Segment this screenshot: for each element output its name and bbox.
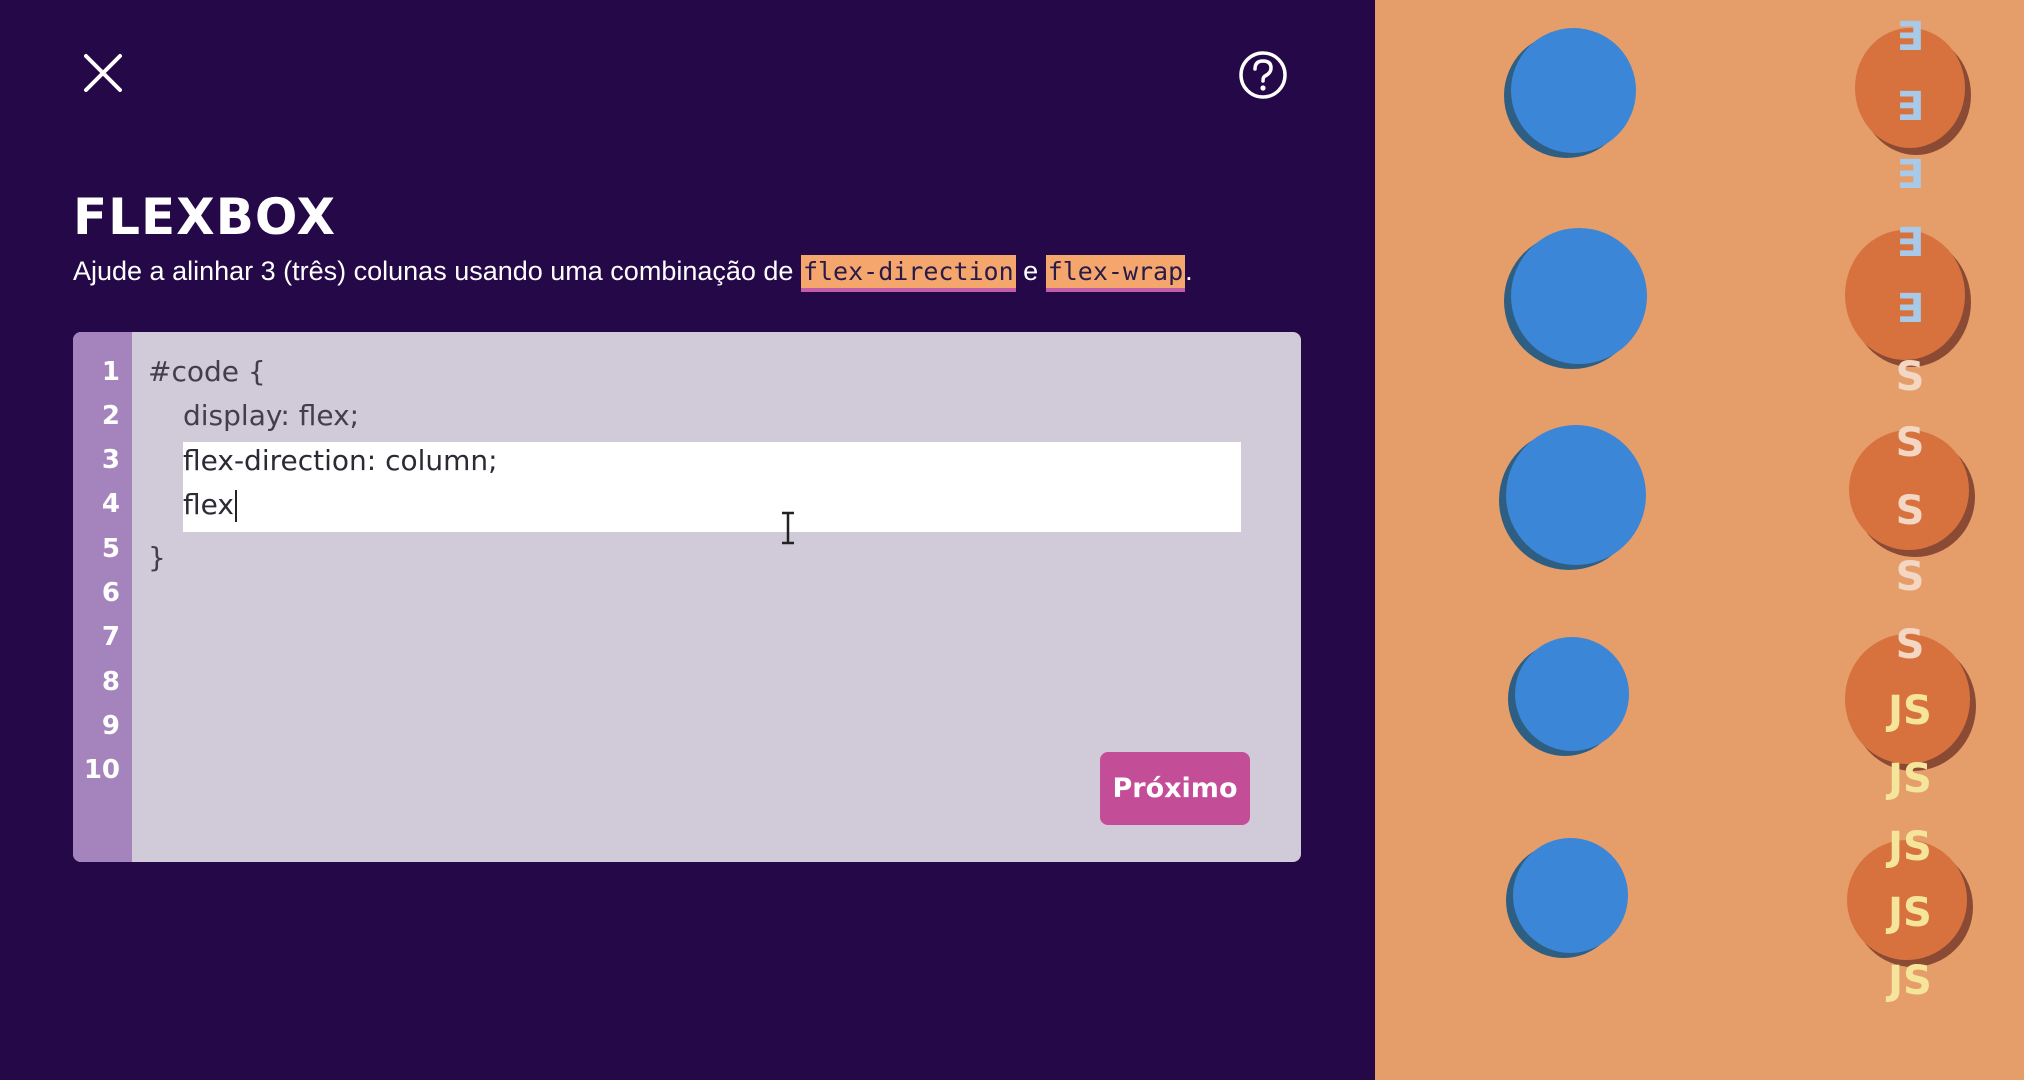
html5-icon: S xyxy=(1895,420,1925,466)
line-number: 5 xyxy=(101,534,120,564)
html5-icon: S xyxy=(1895,488,1925,534)
line-number: 4 xyxy=(101,489,120,519)
level-title: FLEXBOX xyxy=(73,188,337,246)
blue-target xyxy=(1515,637,1629,751)
game-board: ∃ ∃ ∃ ∃ ∃ S S S S S JS JS JS JS JS xyxy=(1375,0,2024,1080)
line-number: 8 xyxy=(101,667,120,697)
js-icon: JS xyxy=(1888,824,1932,870)
css3-icon: ∃ xyxy=(1896,152,1924,198)
help-button[interactable] xyxy=(1237,49,1289,101)
code-tag-flex-wrap: flex-wrap xyxy=(1045,255,1186,292)
text-cursor-icon xyxy=(782,511,794,545)
input-line-2-text: flex xyxy=(183,488,234,521)
html5-icon: S xyxy=(1895,554,1925,600)
blue-target xyxy=(1506,425,1646,565)
css3-icon: ∃ xyxy=(1896,220,1924,266)
line-number: 1 xyxy=(101,357,120,387)
js-icon: JS xyxy=(1888,890,1932,936)
text-caret xyxy=(234,490,237,522)
html5-icon: S xyxy=(1895,622,1925,668)
next-button[interactable]: Próximo xyxy=(1100,752,1250,825)
blue-target xyxy=(1513,838,1628,953)
instruction-text-end: . xyxy=(1185,256,1193,286)
instruction-text: Ajude a alinhar 3 (três) colunas usando … xyxy=(73,256,801,286)
code-line-2: display: flex; xyxy=(183,399,360,432)
line-number: 9 xyxy=(101,711,120,741)
css-input[interactable]: flex-direction: column; flex xyxy=(183,442,1241,532)
line-number: 6 xyxy=(101,578,120,608)
close-icon xyxy=(84,54,122,92)
js-icon: JS xyxy=(1888,958,1932,1004)
css3-icon: ∃ xyxy=(1896,286,1924,332)
js-icon: JS xyxy=(1888,688,1932,734)
line-number-gutter: 1 2 3 4 5 6 7 8 9 10 xyxy=(73,332,132,862)
blue-target xyxy=(1511,228,1647,364)
css3-icon: ∃ xyxy=(1896,14,1924,60)
js-icon: JS xyxy=(1888,756,1932,802)
code-tag-flex-direction: flex-direction xyxy=(800,255,1016,292)
help-icon xyxy=(1239,51,1287,99)
line-number: 10 xyxy=(83,755,120,785)
instruction-text-middle: e xyxy=(1015,256,1046,286)
line-number: 7 xyxy=(101,622,120,652)
code-editor: 1 2 3 4 5 6 7 8 9 10 #code { display: fl… xyxy=(73,332,1301,862)
blue-target xyxy=(1511,28,1636,153)
html5-icon: S xyxy=(1895,354,1925,400)
input-line-2: flex xyxy=(183,488,237,522)
css3-icon: ∃ xyxy=(1896,84,1924,130)
code-line-1: #code { xyxy=(148,355,266,388)
instructions-panel: FLEXBOX Ajude a alinhar 3 (três) colunas… xyxy=(0,0,1375,1080)
line-number: 2 xyxy=(101,401,120,431)
level-instructions: Ajude a alinhar 3 (três) colunas usando … xyxy=(73,255,1193,292)
input-line-1: flex-direction: column; xyxy=(183,444,498,477)
line-number: 3 xyxy=(101,445,120,475)
close-button[interactable] xyxy=(80,50,126,96)
code-line-5: } xyxy=(148,541,166,574)
